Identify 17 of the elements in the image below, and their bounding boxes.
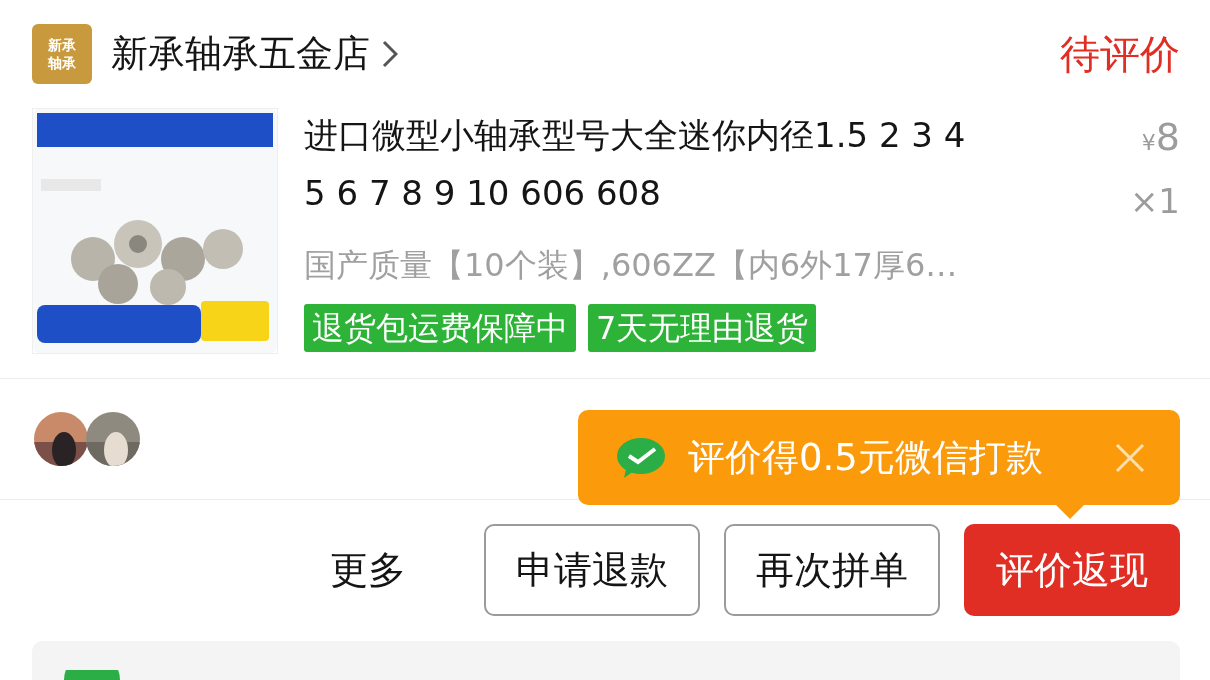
- service-tag: 退货包运费保障中: [304, 304, 576, 352]
- shop-name[interactable]: 新承轴承五金店: [111, 29, 370, 79]
- product-title[interactable]: 进口微型小轴承型号大全迷你内径1.5 2 3 4 5 6 7 8 9 10 606 608: [304, 106, 1130, 230]
- action-button[interactable]: 评价返现: [964, 524, 1180, 616]
- tooltip-text: 评价得0.5元微信打款: [688, 434, 1043, 481]
- service-tag: 7天无理由退货: [588, 304, 817, 352]
- chat-bubble-icon: [616, 436, 666, 479]
- order-status: 待评价: [1060, 29, 1180, 79]
- quantity: ×1: [1129, 180, 1180, 223]
- tooltip-pointer: [1056, 505, 1084, 519]
- action-button[interactable]: 申请退款: [484, 524, 700, 616]
- product-spec: 国产质量【10个装】,606ZZ【内6外17厚6…: [304, 245, 959, 286]
- price: ¥8: [1141, 114, 1180, 161]
- action-button[interactable]: 再次拼单: [724, 524, 940, 616]
- action-button[interactable]: 更多: [312, 524, 424, 616]
- chevron-right-icon[interactable]: [382, 40, 398, 68]
- shop-logo: 新承 轴承: [32, 24, 92, 84]
